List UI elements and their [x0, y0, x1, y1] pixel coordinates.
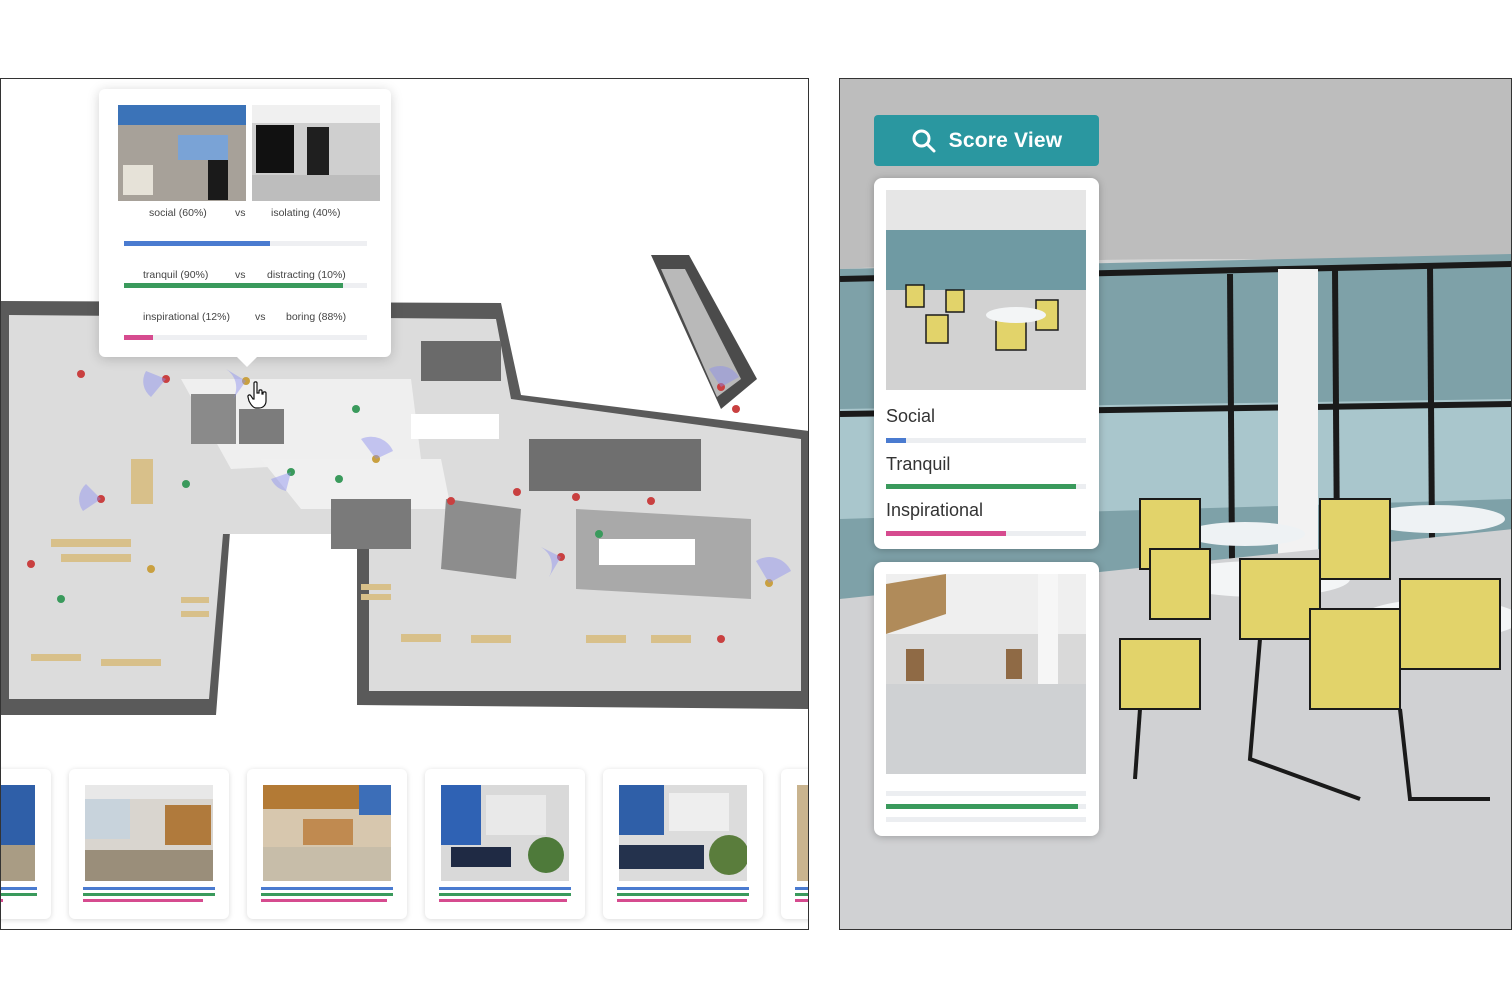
score-card-image: [886, 190, 1086, 390]
tooltip-vs: vs: [255, 311, 266, 323]
score-line-inspirational: [439, 899, 567, 902]
floorplan-panel: social (60%) vs isolating (40%) tranquil…: [0, 78, 809, 930]
photo-card[interactable]: [247, 769, 407, 919]
score-view-label: Score View: [948, 128, 1063, 152]
search-icon: [912, 129, 936, 152]
score-line-tranquil: [795, 893, 808, 896]
score-line-social: [795, 887, 808, 890]
hand-pointer-icon: [247, 381, 267, 409]
score-card-active[interactable]: Social Tranquil Inspirational: [874, 178, 1099, 549]
photo-card[interactable]: [69, 769, 229, 919]
tooltip-bar-inspirational: [124, 335, 367, 340]
photo-card-image: [619, 785, 747, 881]
tooltip-vs: vs: [235, 207, 246, 219]
metric-bar-tranquil: [886, 804, 1086, 809]
metric-label-social: Social: [886, 406, 936, 426]
score-line-inspirational: [617, 899, 747, 902]
tooltip-left-label: inspirational (12%): [143, 311, 230, 323]
metric-bar-fill: [886, 438, 906, 443]
metric-bar-inspirational: [886, 531, 1086, 536]
metric-bar-tranquil: [886, 484, 1086, 489]
score-line-inspirational: [1, 899, 3, 902]
score-line-social: [439, 887, 571, 890]
tooltip-right-label: isolating (40%): [271, 207, 341, 219]
score-line-tranquil: [617, 893, 749, 896]
tooltip-row-tranquil: tranquil (90%) vs distracting (10%): [121, 269, 366, 283]
score-line-social: [1, 887, 37, 890]
score-line-inspirational: [261, 899, 387, 902]
metric-bar-inspirational: [886, 817, 1086, 822]
score-line-tranquil: [1, 893, 37, 896]
photo-card-image: [85, 785, 213, 881]
metric-bar-fill: [886, 484, 1076, 489]
score-card[interactable]: [874, 562, 1099, 836]
score-line-social: [617, 887, 749, 890]
score-tooltip: social (60%) vs isolating (40%) tranquil…: [99, 89, 391, 367]
tooltip-left-label: social (60%): [149, 207, 207, 219]
score-line-tranquil: [83, 893, 215, 896]
score-line-tranquil: [439, 893, 571, 896]
tooltip-photo-real: [118, 105, 246, 201]
tooltip-vs: vs: [235, 269, 246, 281]
metric-label-inspirational: Inspirational: [886, 500, 984, 520]
tooltip-row-inspirational: inspirational (12%) vs boring (88%): [121, 311, 366, 325]
tooltip-bar-fill: [124, 241, 270, 246]
score-line-tranquil: [261, 893, 393, 896]
tooltip-right-label: boring (88%): [286, 311, 347, 323]
score-line-social: [83, 887, 215, 890]
score-view-panel: Score View Social Tranquil Inspirational: [839, 78, 1512, 930]
tooltip-row-social: social (60%) vs isolating (40%): [121, 207, 366, 221]
metric-label-tranquil: Tranquil: [886, 454, 951, 474]
score-view-button[interactable]: Score View: [874, 115, 1099, 166]
tooltip-bar-fill: [124, 283, 343, 288]
metric-bar-social: [886, 438, 1086, 443]
photo-card[interactable]: [425, 769, 585, 919]
score-line-inspirational: [795, 899, 808, 902]
score-line-inspirational: [83, 899, 203, 902]
photo-card[interactable]: [1, 769, 51, 919]
score-card-image: [886, 574, 1086, 774]
score-line-social: [261, 887, 393, 890]
metric-bar-fill: [886, 804, 1078, 809]
tooltip-left-label: tranquil (90%): [143, 269, 209, 281]
photo-card-image: [1, 785, 35, 881]
tooltip-photo-render: [252, 105, 380, 201]
photo-card-image: [441, 785, 569, 881]
photo-card[interactable]: [781, 769, 808, 919]
metric-bar-fill: [886, 531, 1006, 536]
photo-card-image: [797, 785, 808, 881]
tooltip-bar-social: [124, 241, 367, 246]
tooltip-bar-fill: [124, 335, 154, 340]
photo-card[interactable]: [603, 769, 763, 919]
tooltip-bar-tranquil: [124, 283, 367, 288]
photo-card-image: [263, 785, 391, 881]
metric-bar-social: [886, 791, 1086, 796]
tooltip-right-label: distracting (10%): [267, 269, 346, 281]
